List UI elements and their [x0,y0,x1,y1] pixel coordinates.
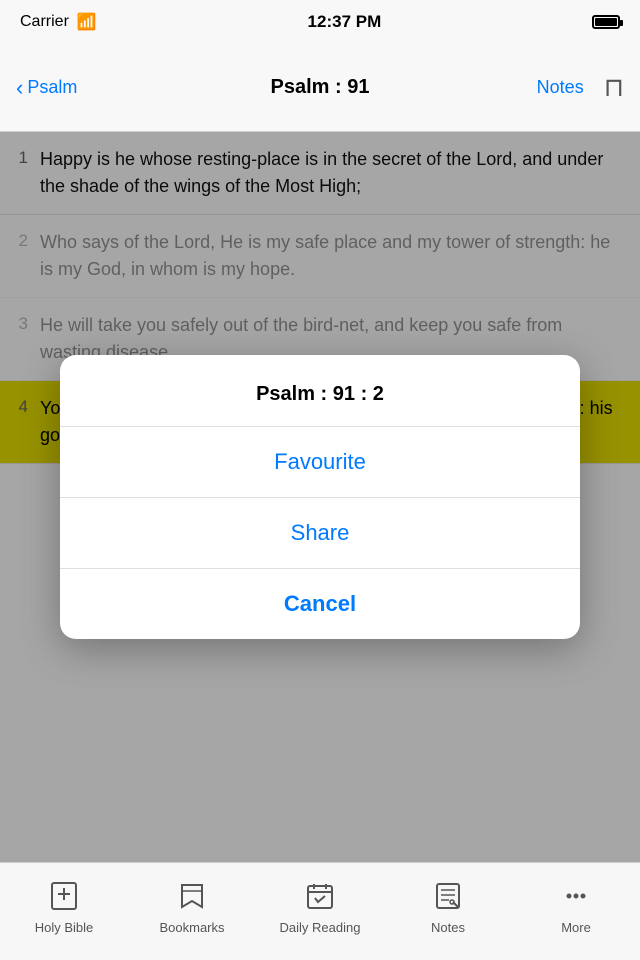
carrier-label: Carrier [20,13,69,31]
tab-holy-bible[interactable]: Holy Bible [0,863,128,960]
bookmarks-label: Bookmarks [159,920,224,935]
more-label: More [561,920,591,935]
holy-bible-label: Holy Bible [35,920,94,935]
back-label: Psalm [27,77,77,98]
status-right [592,15,620,29]
daily-reading-icon [305,881,335,916]
more-icon [561,881,591,916]
share-button[interactable]: Share [60,498,580,569]
notes-icon [433,881,463,916]
back-chevron-icon: ‹ [16,75,23,101]
wifi-icon: 📶 [77,12,97,32]
back-button[interactable]: ‹ Psalm [16,75,77,101]
nav-title: Psalm : 91 [271,76,370,99]
battery-icon [592,15,620,29]
favourite-button[interactable]: Favourite [60,427,580,498]
book-icon[interactable]: ⊓ [604,72,624,103]
status-left: Carrier 📶 [20,12,97,32]
dialog-title: Psalm : 91 : 2 [60,355,580,427]
holy-bible-icon [49,881,79,916]
notes-nav-button[interactable]: Notes [537,77,584,98]
tab-daily-reading[interactable]: Daily Reading [256,863,384,960]
tab-more[interactable]: More [512,863,640,960]
action-dialog: Psalm : 91 : 2 Favourite Share Cancel [60,355,580,639]
nav-bar: ‹ Psalm Psalm : 91 Notes ⊓ [0,44,640,132]
status-time: 12:37 PM [308,12,382,32]
nav-right: Notes ⊓ [537,72,624,103]
tab-bar: Holy Bible Bookmarks Daily Reading [0,862,640,960]
modal-overlay[interactable]: Psalm : 91 : 2 Favourite Share Cancel [0,132,640,862]
bookmarks-icon [177,881,207,916]
tab-notes[interactable]: Notes [384,863,512,960]
notes-label: Notes [431,920,465,935]
tab-bookmarks[interactable]: Bookmarks [128,863,256,960]
content-area: 1 Happy is he whose resting-place is in … [0,132,640,862]
cancel-button[interactable]: Cancel [60,569,580,639]
daily-reading-label: Daily Reading [280,920,361,935]
status-bar: Carrier 📶 12:37 PM [0,0,640,44]
